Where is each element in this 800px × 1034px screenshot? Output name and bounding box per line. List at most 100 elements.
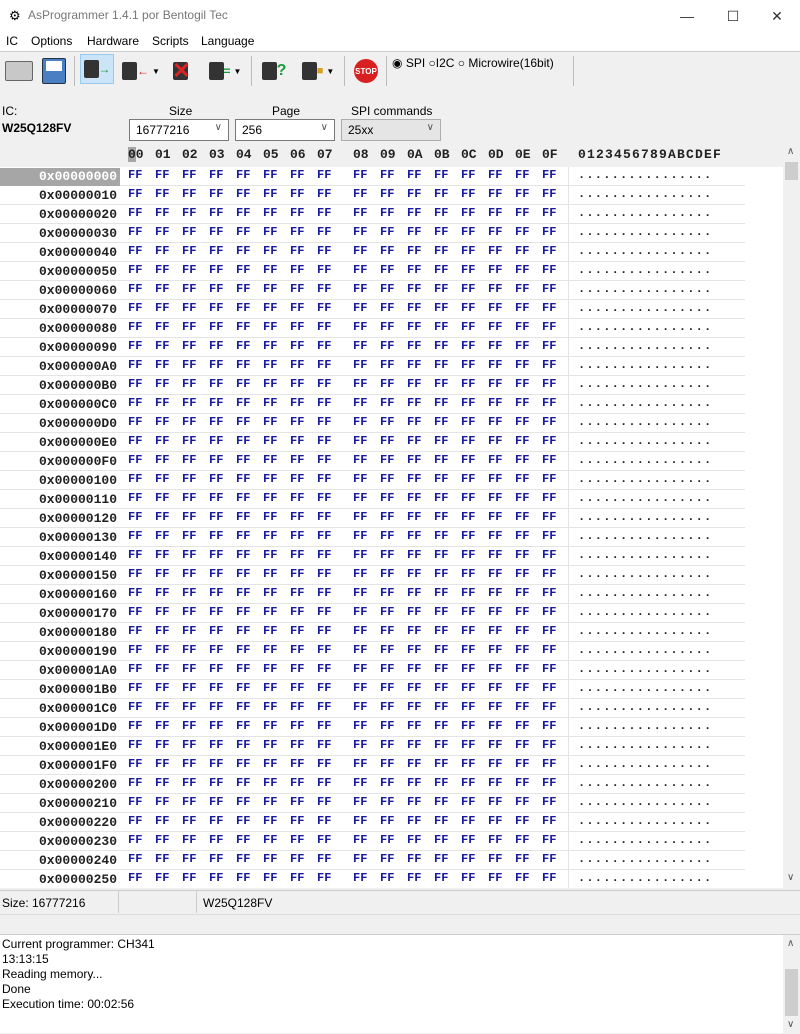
hex-byte[interactable]: FF bbox=[209, 472, 223, 486]
hex-byte[interactable]: FF bbox=[434, 377, 448, 391]
hex-byte[interactable]: FF bbox=[434, 339, 448, 353]
hex-byte[interactable]: FF bbox=[317, 358, 331, 372]
hex-byte[interactable]: FF bbox=[461, 377, 475, 391]
hex-byte[interactable]: FF bbox=[209, 225, 223, 239]
hex-byte[interactable]: FF bbox=[290, 225, 304, 239]
stop-button[interactable]: STOP bbox=[352, 56, 380, 86]
hex-byte[interactable]: FF bbox=[461, 852, 475, 866]
hex-byte[interactable]: FF bbox=[407, 358, 421, 372]
hex-byte[interactable]: FF bbox=[380, 567, 394, 581]
hex-byte[interactable]: FF bbox=[542, 643, 556, 657]
hex-byte[interactable]: FF bbox=[461, 738, 475, 752]
hex-byte[interactable]: FF bbox=[263, 624, 277, 638]
hex-byte[interactable]: FF bbox=[317, 415, 331, 429]
hex-byte[interactable]: FF bbox=[155, 225, 169, 239]
hex-byte[interactable]: FF bbox=[182, 282, 196, 296]
scroll-thumb[interactable] bbox=[785, 969, 798, 1016]
hex-byte[interactable]: FF bbox=[182, 529, 196, 543]
hex-byte[interactable]: FF bbox=[236, 662, 250, 676]
hex-byte[interactable]: FF bbox=[290, 206, 304, 220]
hex-byte[interactable]: FF bbox=[407, 548, 421, 562]
hex-byte[interactable]: FF bbox=[209, 529, 223, 543]
hex-byte[interactable]: FF bbox=[317, 871, 331, 885]
hex-byte[interactable]: FF bbox=[128, 453, 142, 467]
row-ascii[interactable]: ................ bbox=[578, 510, 712, 524]
hex-byte[interactable]: FF bbox=[155, 453, 169, 467]
radio-spi[interactable]: ◉ SPI bbox=[392, 56, 425, 70]
hex-byte[interactable]: FF bbox=[290, 852, 304, 866]
hex-byte[interactable]: FF bbox=[317, 225, 331, 239]
hex-byte[interactable]: FF bbox=[434, 282, 448, 296]
hex-byte[interactable]: FF bbox=[380, 814, 394, 828]
hex-byte[interactable]: FF bbox=[434, 548, 448, 562]
hex-byte[interactable]: FF bbox=[182, 225, 196, 239]
hex-byte[interactable]: FF bbox=[209, 833, 223, 847]
hex-byte[interactable]: FF bbox=[488, 871, 502, 885]
hex-byte[interactable]: FF bbox=[542, 700, 556, 714]
hex-byte[interactable]: FF bbox=[209, 320, 223, 334]
hex-byte[interactable]: FF bbox=[434, 757, 448, 771]
hex-byte[interactable]: FF bbox=[317, 776, 331, 790]
hex-byte[interactable]: FF bbox=[515, 358, 529, 372]
hex-byte[interactable]: FF bbox=[263, 662, 277, 676]
hex-byte[interactable]: FF bbox=[353, 605, 367, 619]
row-address[interactable]: 0x00000090 bbox=[0, 339, 120, 357]
row-ascii[interactable]: ................ bbox=[578, 548, 712, 562]
hex-byte[interactable]: FF bbox=[542, 681, 556, 695]
hex-byte[interactable]: FF bbox=[263, 567, 277, 581]
hex-byte[interactable]: FF bbox=[290, 681, 304, 695]
hex-byte[interactable]: FF bbox=[488, 833, 502, 847]
row-address[interactable]: 0x000001B0 bbox=[0, 681, 120, 699]
hex-byte[interactable]: FF bbox=[209, 681, 223, 695]
row-ascii[interactable]: ................ bbox=[578, 244, 712, 258]
hex-byte[interactable]: FF bbox=[380, 358, 394, 372]
row-address[interactable]: 0x00000210 bbox=[0, 795, 120, 813]
row-address[interactable]: 0x00000030 bbox=[0, 225, 120, 243]
row-ascii[interactable]: ................ bbox=[578, 662, 712, 676]
hex-byte[interactable]: FF bbox=[263, 358, 277, 372]
hex-byte[interactable]: FF bbox=[128, 377, 142, 391]
hex-byte[interactable]: FF bbox=[317, 320, 331, 334]
hex-byte[interactable]: FF bbox=[263, 320, 277, 334]
hex-byte[interactable]: FF bbox=[182, 263, 196, 277]
hex-byte[interactable]: FF bbox=[155, 244, 169, 258]
hex-byte[interactable]: FF bbox=[434, 396, 448, 410]
hex-byte[interactable]: FF bbox=[182, 187, 196, 201]
hex-byte[interactable]: FF bbox=[407, 282, 421, 296]
hex-byte[interactable]: FF bbox=[515, 814, 529, 828]
hex-byte[interactable]: FF bbox=[263, 434, 277, 448]
hex-byte[interactable]: FF bbox=[515, 605, 529, 619]
row-address[interactable]: 0x00000100 bbox=[0, 472, 120, 490]
hex-byte[interactable]: FF bbox=[407, 624, 421, 638]
hex-byte[interactable]: FF bbox=[155, 852, 169, 866]
hex-byte[interactable]: FF bbox=[128, 871, 142, 885]
hex-byte[interactable]: FF bbox=[317, 510, 331, 524]
hex-byte[interactable]: FF bbox=[461, 434, 475, 448]
size-select[interactable]: 16777216 ∨ bbox=[129, 119, 229, 141]
hex-byte[interactable]: FF bbox=[263, 852, 277, 866]
hex-byte[interactable]: FF bbox=[488, 415, 502, 429]
row-address[interactable]: 0x000000F0 bbox=[0, 453, 120, 471]
hex-byte[interactable]: FF bbox=[488, 814, 502, 828]
hex-byte[interactable]: FF bbox=[488, 282, 502, 296]
hex-byte[interactable]: FF bbox=[542, 168, 556, 182]
hex-byte[interactable]: FF bbox=[155, 358, 169, 372]
hex-byte[interactable]: FF bbox=[434, 833, 448, 847]
hex-byte[interactable]: FF bbox=[542, 662, 556, 676]
hex-byte[interactable]: FF bbox=[263, 795, 277, 809]
hex-byte[interactable]: FF bbox=[353, 833, 367, 847]
hex-byte[interactable]: FF bbox=[155, 396, 169, 410]
hex-byte[interactable]: FF bbox=[317, 757, 331, 771]
hex-byte[interactable]: FF bbox=[209, 757, 223, 771]
hex-byte[interactable]: FF bbox=[461, 776, 475, 790]
menu-language[interactable]: Language bbox=[201, 34, 254, 48]
hex-byte[interactable]: FF bbox=[515, 168, 529, 182]
hex-byte[interactable]: FF bbox=[128, 776, 142, 790]
hex-byte[interactable]: FF bbox=[317, 396, 331, 410]
hex-byte[interactable]: FF bbox=[515, 396, 529, 410]
hex-byte[interactable]: FF bbox=[434, 491, 448, 505]
hex-byte[interactable]: FF bbox=[488, 757, 502, 771]
hex-byte[interactable]: FF bbox=[488, 434, 502, 448]
hex-byte[interactable]: FF bbox=[182, 415, 196, 429]
erase-chip-button[interactable]: ✕ bbox=[167, 56, 197, 86]
